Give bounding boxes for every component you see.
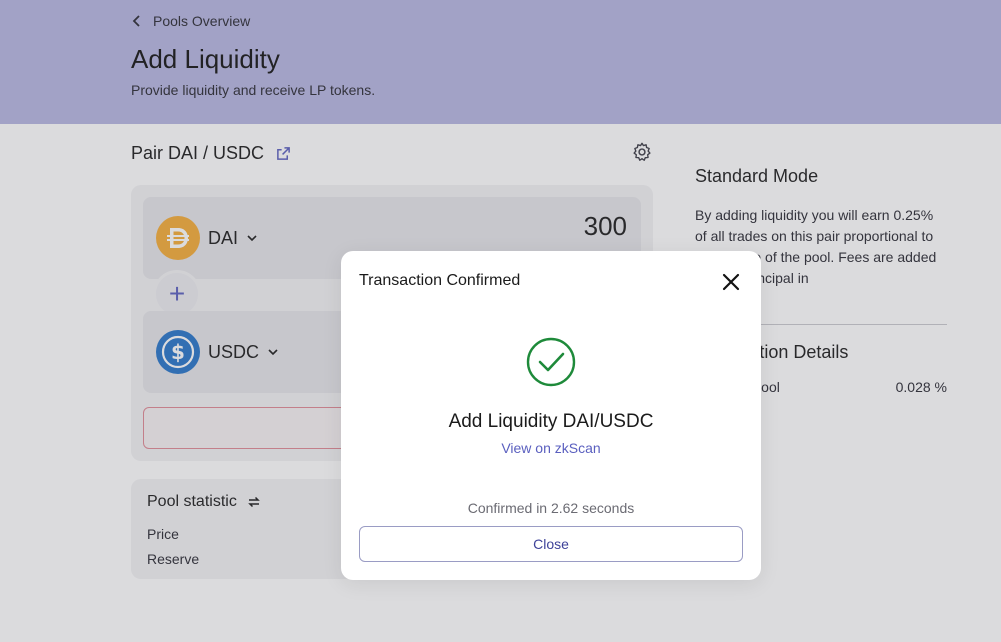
dialog-action-title: Add Liquidity DAI/USDC — [448, 411, 654, 432]
transaction-confirmed-dialog: Transaction Confirmed Add Liquidity DAI/… — [341, 251, 761, 580]
check-circle-icon — [526, 337, 576, 387]
dialog-title: Transaction Confirmed — [359, 272, 521, 289]
view-on-zkscan-link[interactable]: View on zkScan — [341, 440, 761, 456]
close-button[interactable]: Close — [359, 526, 743, 562]
confirmation-time: Confirmed in 2.62 seconds — [467, 500, 635, 516]
close-icon[interactable] — [721, 272, 741, 292]
